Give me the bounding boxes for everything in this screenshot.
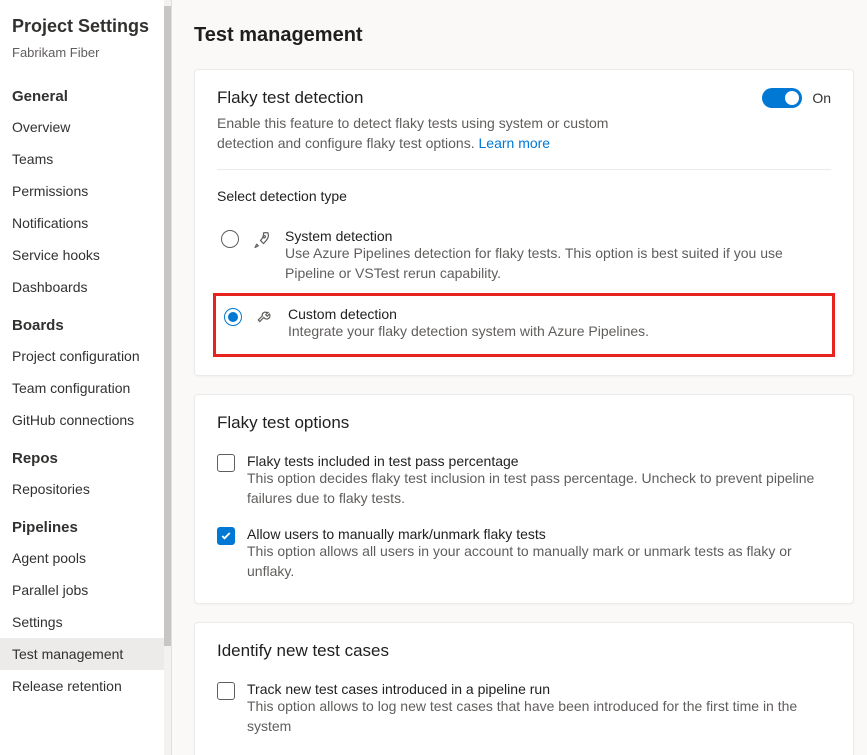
sidebar-item-release-retention[interactable]: Release retention <box>0 670 171 702</box>
custom-detection-desc: Integrate your flaky detection system wi… <box>288 322 649 342</box>
select-detection-type-label: Select detection type <box>217 188 831 204</box>
sidebar-item-repositories[interactable]: Repositories <box>0 473 171 505</box>
allow-manual-mark-title: Allow users to manually mark/unmark flak… <box>247 526 831 542</box>
system-detection-desc: Use Azure Pipelines detection for flaky … <box>285 244 827 283</box>
sidebar-item-parallel-jobs[interactable]: Parallel jobs <box>0 574 171 606</box>
sidebar-item-test-management[interactable]: Test management <box>0 638 171 670</box>
flaky-options-title: Flaky test options <box>217 413 831 433</box>
page-title: Test management <box>194 24 854 47</box>
learn-more-link[interactable]: Learn more <box>479 135 551 151</box>
track-new-cases-title: Track new test cases introduced in a pip… <box>247 681 831 697</box>
flaky-included-desc: This option decides flaky test inclusion… <box>247 469 831 508</box>
flaky-detection-toggle[interactable] <box>762 88 802 108</box>
custom-detection-title: Custom detection <box>288 306 649 322</box>
sidebar-item-permissions[interactable]: Permissions <box>0 175 171 207</box>
flaky-detection-toggle-label: On <box>812 90 831 106</box>
allow-manual-mark-desc: This option allows all users in your acc… <box>247 542 831 581</box>
flaky-options-card: Flaky test options Flaky tests included … <box>194 394 854 604</box>
sidebar-item-service-hooks[interactable]: Service hooks <box>0 239 171 271</box>
detection-option-custom[interactable]: Custom detection Integrate your flaky de… <box>213 293 835 357</box>
allow-manual-mark-row[interactable]: Allow users to manually mark/unmark flak… <box>217 526 831 581</box>
sidebar-item-team-configuration[interactable]: Team configuration <box>0 372 171 404</box>
track-new-cases-row[interactable]: Track new test cases introduced in a pip… <box>217 681 831 736</box>
scrollbar-thumb[interactable] <box>164 6 171 646</box>
new-test-cases-card: Identify new test cases Track new test c… <box>194 622 854 755</box>
sidebar-group-repos: Repos <box>0 442 171 473</box>
toggle-knob <box>785 91 799 105</box>
flaky-included-title: Flaky tests included in test pass percen… <box>247 453 831 469</box>
content: Test management Flaky test detection On … <box>172 0 867 755</box>
radio-system-detection[interactable] <box>221 230 239 248</box>
sidebar-item-agent-pools[interactable]: Agent pools <box>0 542 171 574</box>
sidebar-subtitle: Fabrikam Fiber <box>0 45 171 74</box>
system-detection-title: System detection <box>285 228 827 244</box>
flaky-detection-toggle-wrap: On <box>762 88 831 108</box>
flaky-included-row[interactable]: Flaky tests included in test pass percen… <box>217 453 831 508</box>
flaky-detection-card: Flaky test detection On Enable this feat… <box>194 69 854 376</box>
sidebar-group-boards: Boards <box>0 309 171 340</box>
wrench-icon <box>256 308 274 326</box>
sidebar-item-settings[interactable]: Settings <box>0 606 171 638</box>
sidebar-item-github-connections[interactable]: GitHub connections <box>0 404 171 436</box>
radio-custom-detection[interactable] <box>224 308 242 326</box>
flaky-detection-title: Flaky test detection <box>217 88 363 108</box>
sidebar-group-general: General <box>0 80 171 111</box>
checkbox-allow-manual-mark[interactable] <box>217 527 235 545</box>
sidebar-item-dashboards[interactable]: Dashboards <box>0 271 171 303</box>
flaky-detection-desc: Enable this feature to detect flaky test… <box>217 114 637 153</box>
sidebar: Project Settings Fabrikam Fiber General … <box>0 0 172 755</box>
new-test-cases-title: Identify new test cases <box>217 641 831 661</box>
sidebar-item-overview[interactable]: Overview <box>0 111 171 143</box>
sidebar-group-pipelines: Pipelines <box>0 511 171 542</box>
detection-option-system[interactable]: System detection Use Azure Pipelines det… <box>217 222 831 289</box>
sidebar-item-notifications[interactable]: Notifications <box>0 207 171 239</box>
sidebar-item-project-configuration[interactable]: Project configuration <box>0 340 171 372</box>
sidebar-item-teams[interactable]: Teams <box>0 143 171 175</box>
sidebar-title: Project Settings <box>0 10 171 45</box>
checkbox-flaky-included[interactable] <box>217 454 235 472</box>
divider <box>217 169 831 170</box>
checkbox-track-new-cases[interactable] <box>217 682 235 700</box>
rocket-icon <box>253 230 271 248</box>
track-new-cases-desc: This option allows to log new test cases… <box>247 697 831 736</box>
